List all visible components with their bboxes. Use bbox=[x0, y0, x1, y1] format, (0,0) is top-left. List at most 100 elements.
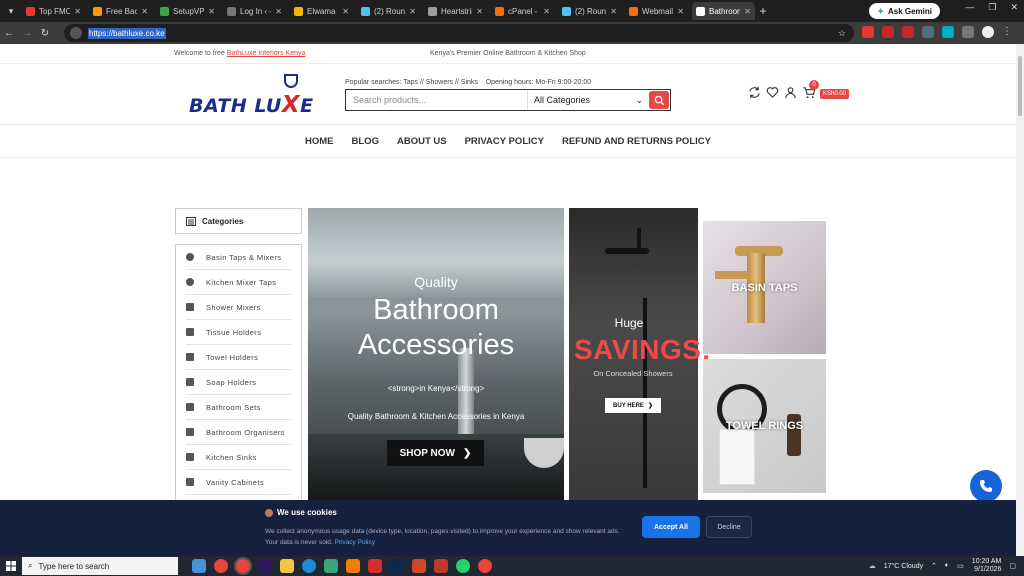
extension-icon[interactable] bbox=[902, 26, 914, 38]
url-text[interactable]: https://bathluxe.co.ke bbox=[88, 27, 166, 39]
reload-icon[interactable]: ↻ bbox=[36, 28, 54, 39]
category-item[interactable]: Bathroom Sets bbox=[186, 395, 291, 420]
puzzle-icon[interactable] bbox=[962, 26, 974, 38]
app-icon[interactable] bbox=[434, 559, 448, 573]
tab-close-icon[interactable]: ✕ bbox=[610, 7, 617, 16]
tab-close-icon[interactable]: ✕ bbox=[208, 7, 215, 16]
start-button[interactable] bbox=[0, 561, 22, 571]
browser-tab[interactable]: Bathroom Fi✕ bbox=[692, 2, 755, 20]
network-icon[interactable]: ▭ bbox=[957, 562, 964, 570]
extension-icon[interactable] bbox=[882, 26, 894, 38]
wishlist-heart-icon[interactable] bbox=[766, 86, 779, 99]
category-item[interactable]: Tissue Holders bbox=[186, 320, 291, 345]
category-item[interactable]: Shower Mixers bbox=[186, 295, 291, 320]
browser-tab[interactable]: Log In ‹ — V ✕ bbox=[223, 2, 286, 20]
task-view-icon[interactable] bbox=[192, 559, 206, 573]
extension-icon[interactable] bbox=[862, 26, 874, 38]
search-button[interactable] bbox=[649, 91, 669, 109]
photoshop-icon[interactable] bbox=[390, 559, 404, 573]
search-input[interactable]: Search products... bbox=[346, 95, 527, 105]
browser-tab[interactable]: SetupVPN✕ bbox=[156, 2, 219, 20]
tab-close-icon[interactable]: ✕ bbox=[342, 7, 349, 16]
chrome-icon[interactable] bbox=[214, 559, 228, 573]
profile-avatar[interactable] bbox=[982, 26, 994, 38]
category-item[interactable]: Soap Holders bbox=[186, 370, 291, 395]
browser-tab[interactable]: (2) Roundcu✕ bbox=[357, 2, 420, 20]
categories-header[interactable]: Categories bbox=[175, 208, 302, 234]
category-item[interactable]: Vanity Cabinets bbox=[186, 470, 291, 495]
category-item[interactable]: Towel Holders bbox=[186, 345, 291, 370]
weather-icon[interactable]: ☁ bbox=[869, 562, 876, 570]
basin-taps-title: BASIN TAPS bbox=[731, 282, 798, 294]
clock[interactable]: 10:20 AM 9/1/2026 bbox=[972, 558, 1002, 574]
forward-icon[interactable]: → bbox=[18, 28, 36, 39]
browser-tab[interactable]: Elwama Safe ✕ bbox=[290, 2, 353, 20]
vlc-icon[interactable] bbox=[346, 559, 360, 573]
browser-tab[interactable]: Free Backlink✕ bbox=[89, 2, 152, 20]
tab-close-icon[interactable]: ✕ bbox=[677, 7, 684, 16]
welcome-link[interactable]: BathLuxe Interiors Kenya bbox=[227, 50, 306, 57]
browser-tab[interactable]: cPanel - Ema ✕ bbox=[491, 2, 554, 20]
category-item[interactable]: Bathroom Organisers bbox=[186, 420, 291, 445]
call-button[interactable] bbox=[970, 470, 1002, 502]
shop-now-button[interactable]: SHOP NOW ❯ bbox=[387, 440, 484, 466]
notifications-icon[interactable]: ▢ bbox=[1009, 562, 1016, 570]
tab-close-icon[interactable]: ✕ bbox=[744, 7, 751, 16]
bookmark-star-icon[interactable]: ☆ bbox=[838, 28, 846, 39]
tab-close-icon[interactable]: ✕ bbox=[141, 7, 148, 16]
back-icon[interactable]: ← bbox=[0, 28, 18, 39]
nav-home[interactable]: HOME bbox=[305, 136, 334, 147]
compare-icon[interactable] bbox=[748, 86, 761, 99]
extension-icon[interactable] bbox=[942, 26, 954, 38]
tab-close-icon[interactable]: ✕ bbox=[476, 7, 483, 16]
file-explorer-icon[interactable] bbox=[280, 559, 294, 573]
browser-tab[interactable]: Webmail Log ✕ bbox=[625, 2, 688, 20]
tab-close-icon[interactable]: ✕ bbox=[275, 7, 282, 16]
app-icon[interactable] bbox=[324, 559, 338, 573]
browser-tab[interactable]: (2) Roundcu✕ bbox=[558, 2, 621, 20]
new-tab-button[interactable]: + bbox=[755, 4, 771, 18]
taskbar-search[interactable]: ⌕ Type here to search bbox=[22, 557, 178, 575]
edge-icon[interactable] bbox=[302, 559, 316, 573]
decline-button[interactable]: Decline bbox=[706, 516, 752, 538]
app-icon[interactable] bbox=[368, 559, 382, 573]
chrome-icon[interactable] bbox=[234, 557, 252, 575]
category-select[interactable]: All Categories ⌄ bbox=[527, 90, 649, 110]
account-user-icon[interactable] bbox=[784, 86, 797, 99]
category-item[interactable]: Basin Taps & Mixers bbox=[186, 245, 291, 270]
site-info-icon[interactable] bbox=[70, 27, 82, 39]
powerpoint-icon[interactable] bbox=[412, 559, 426, 573]
tab-close-icon[interactable]: ✕ bbox=[409, 7, 416, 16]
ask-gemini-button[interactable]: ✦ Ask Gemini bbox=[869, 3, 940, 19]
buy-here-button[interactable]: BUY HERE ❯ bbox=[605, 398, 661, 413]
tab-search-icon[interactable]: ▾ bbox=[0, 6, 22, 17]
tab-close-icon[interactable]: ✕ bbox=[543, 7, 550, 16]
tray-arrow-icon[interactable]: ⌃ bbox=[931, 562, 937, 570]
category-item[interactable]: Kitchen Sinks bbox=[186, 445, 291, 470]
whatsapp-icon[interactable] bbox=[456, 559, 470, 573]
minimize-icon[interactable]: — bbox=[965, 2, 974, 13]
close-icon[interactable]: ✕ bbox=[1010, 2, 1018, 13]
menu-icon[interactable]: ⋮ bbox=[1002, 26, 1012, 38]
weather-text[interactable]: 17°C Cloudy bbox=[884, 563, 923, 570]
page-scrollbar[interactable] bbox=[1016, 44, 1024, 556]
nav-refund-returns-policy[interactable]: REFUND AND RETURNS POLICY bbox=[562, 136, 711, 147]
scrollbar-thumb[interactable] bbox=[1018, 56, 1022, 116]
site-logo[interactable]: BATH LUXE bbox=[189, 74, 314, 118]
browser-tab[interactable]: Heartstrings ✕ bbox=[424, 2, 487, 20]
nav-blog[interactable]: BLOG bbox=[352, 136, 379, 147]
restore-icon[interactable]: ❐ bbox=[988, 2, 996, 13]
premiere-icon[interactable] bbox=[258, 559, 272, 573]
url-bar[interactable]: https://bathluxe.co.ke ☆ bbox=[64, 24, 854, 42]
browser-tab[interactable]: Top FMCG V✕ bbox=[22, 2, 85, 20]
tab-close-icon[interactable]: ✕ bbox=[74, 7, 81, 16]
privacy-policy-link[interactable]: Privacy Policy bbox=[335, 539, 375, 546]
cart-price[interactable]: KSh0.00 bbox=[820, 89, 850, 99]
chrome-icon[interactable] bbox=[478, 559, 492, 573]
accept-all-button[interactable]: Accept All bbox=[642, 516, 700, 538]
category-item[interactable]: Kitchen Mixer Taps bbox=[186, 270, 291, 295]
extension-icon[interactable] bbox=[922, 26, 934, 38]
nav-privacy-policy[interactable]: PRIVACY POLICY bbox=[465, 136, 544, 147]
speaker-icon[interactable]: 🔈︎ bbox=[945, 562, 949, 570]
nav-about-us[interactable]: ABOUT US bbox=[397, 136, 447, 147]
